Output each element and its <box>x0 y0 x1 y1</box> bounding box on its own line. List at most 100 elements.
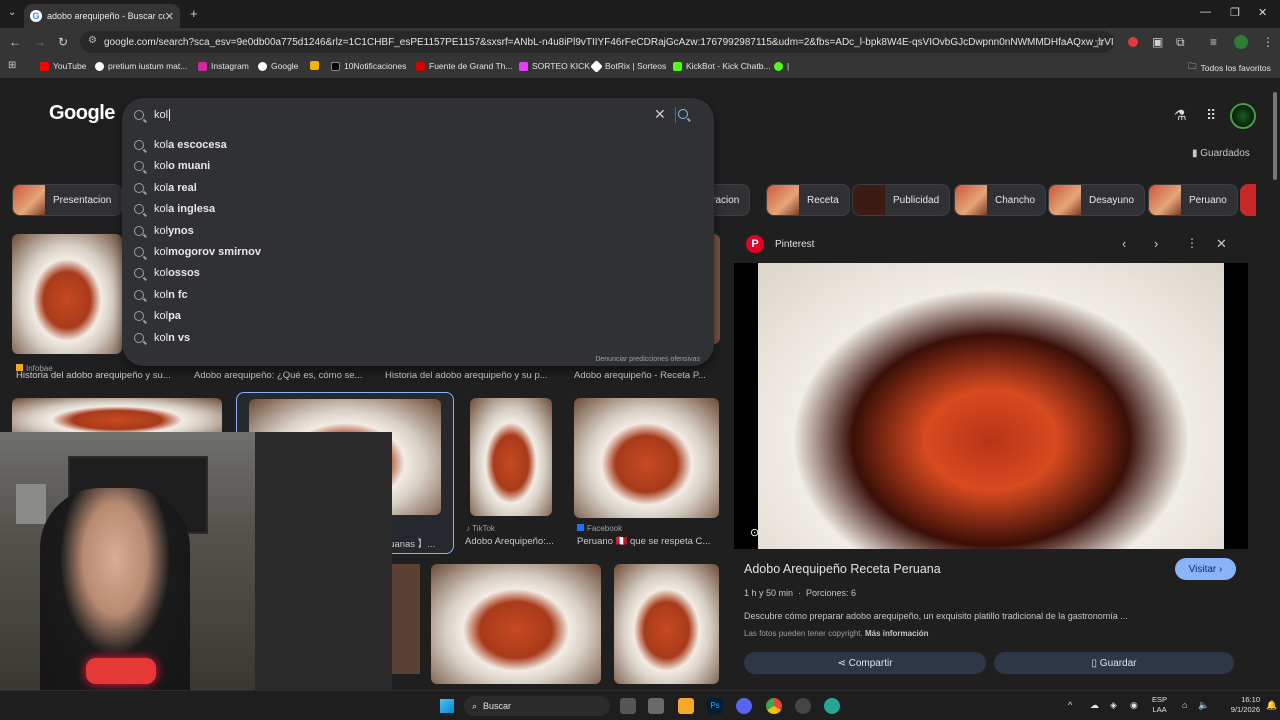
bookmark-botrix[interactable]: BotRix | Sorteos <box>590 59 666 73</box>
save-button[interactable]: ▯ Guardar <box>994 652 1234 674</box>
suggestion-item[interactable]: kola escocesa <box>122 134 714 156</box>
restore-icon[interactable]: ❐ <box>1230 6 1240 19</box>
browser-menu-icon[interactable]: ⋮ <box>1262 35 1274 49</box>
result-caption[interactable]: Adobo Arequipeño:... <box>465 536 560 547</box>
forward-icon[interactable]: → <box>34 35 46 49</box>
chip-peruano[interactable]: Peruano <box>1148 184 1238 216</box>
bookmark-fuente-gta[interactable]: Fuente de Grand Th... <box>416 61 512 71</box>
app-icon[interactable] <box>648 698 664 714</box>
extension-icon[interactable]: ▣ <box>1152 35 1163 49</box>
bookmark-instagram[interactable]: Instagram <box>198 61 249 71</box>
network-icon[interactable]: ⌂ <box>1182 700 1187 710</box>
obs-icon[interactable] <box>795 698 811 714</box>
tray-app-icon[interactable]: ◈ <box>1110 700 1117 711</box>
labs-flask-icon[interactable]: ⚗ <box>1174 107 1187 124</box>
chip-presentacion[interactable]: Presentacion <box>12 184 123 216</box>
visit-button[interactable]: Visitar › <box>1175 558 1236 580</box>
back-icon[interactable]: ← <box>9 35 21 49</box>
result-image[interactable] <box>574 398 719 518</box>
file-explorer-icon[interactable] <box>678 698 694 714</box>
tab-close-icon[interactable]: ✕ <box>165 10 174 23</box>
clock[interactable]: 16:10 9/1/2026 <box>1216 695 1260 715</box>
all-favorites[interactable]: 🗀 Todos los favoritos <box>1188 61 1271 75</box>
close-preview-icon[interactable]: ✕ <box>1216 236 1227 252</box>
reading-list-icon[interactable]: ≡ <box>1210 35 1217 49</box>
result-image[interactable] <box>614 564 719 684</box>
bookmark-sorteo-kick[interactable]: SORTEO KICK <box>519 61 590 71</box>
suggestion-item[interactable]: kolossos <box>122 262 714 284</box>
address-bar[interactable]: ⚙ google.com/search?sca_esv=9e0db00a775d… <box>80 31 1114 53</box>
result-image[interactable] <box>12 234 122 354</box>
notifications-icon[interactable]: 🔔 <box>1266 700 1277 711</box>
google-logo[interactable]: Google <box>49 102 115 125</box>
volume-icon[interactable]: 🔈 <box>1198 700 1209 711</box>
result-image[interactable] <box>470 398 552 516</box>
bookmark-kickbot[interactable]: KickBot - Kick Chatb... <box>673 61 771 71</box>
discord-icon[interactable] <box>736 698 752 714</box>
next-icon[interactable]: › <box>1154 236 1158 251</box>
chip-overflow[interactable] <box>1240 184 1256 216</box>
tray-app-icon[interactable]: ◉ <box>1130 700 1138 711</box>
suggestion-item[interactable]: koln vs <box>122 327 714 349</box>
result-caption[interactable]: Adobo arequipeño - Receta P... <box>574 370 719 381</box>
bookmark-10notificaciones[interactable]: 10Notificaciones <box>331 61 406 71</box>
bookmark-youtube[interactable]: YouTube <box>40 61 86 71</box>
minimize-icon[interactable]: — <box>1200 6 1211 18</box>
extensions-puzzle-icon[interactable]: ⧉ <box>1176 35 1185 50</box>
more-info-link[interactable]: Más información <box>865 629 929 638</box>
result-caption[interactable]: Adobo arequipeño: ¿Qué es, cómo se... <box>194 370 374 381</box>
clear-search-icon[interactable]: ✕ <box>654 106 666 123</box>
suggestion-item[interactable]: kola inglesa <box>122 198 714 220</box>
reload-icon[interactable]: ↻ <box>58 35 68 49</box>
new-tab-icon[interactable]: + <box>190 6 198 21</box>
windows-start-icon[interactable] <box>440 699 454 713</box>
chip-chancho[interactable]: Chancho <box>954 184 1047 216</box>
profile-avatar[interactable] <box>1234 35 1248 49</box>
chip-receta[interactable]: Receta <box>766 184 850 216</box>
result-image[interactable] <box>392 564 420 674</box>
account-avatar[interactable] <box>1230 103 1256 129</box>
search-submit-icon[interactable] <box>678 109 688 119</box>
share-button[interactable]: ⋖ Compartir <box>744 652 986 674</box>
page-scrollbar[interactable] <box>1273 92 1277 180</box>
suggestion-item[interactable]: kola real <box>122 177 714 199</box>
result-caption[interactable]: Historia del adobo arequipeño y su... <box>16 370 186 381</box>
browser-tab[interactable]: G adobo arequipeño - Buscar con ✕ <box>24 4 180 28</box>
suggestion-item[interactable]: kolmogorov smirnov <box>122 241 714 263</box>
result-image[interactable] <box>431 564 601 684</box>
saved-link[interactable]: ▮ Guardados <box>1192 148 1250 159</box>
tab-search-chevron-icon[interactable]: ⌄ <box>8 7 16 18</box>
result-caption[interactable]: ruanas 】... <box>386 536 446 550</box>
taskbar-search[interactable]: ⌕ Buscar <box>464 696 610 716</box>
app-icon[interactable] <box>824 698 840 714</box>
site-info-icon[interactable]: ⚙ <box>88 35 97 46</box>
language-indicator[interactable]: ESP LAA <box>1152 695 1167 715</box>
bookmark-star-icon[interactable]: ☆ <box>1094 35 1105 49</box>
preview-source[interactable]: Pinterest <box>775 239 814 250</box>
chrome-icon[interactable] <box>766 698 782 714</box>
lens-icon[interactable]: ⊙ <box>750 526 759 539</box>
suggestion-item[interactable]: koln fc <box>122 284 714 306</box>
suggestion-item[interactable]: kolpa <box>122 305 714 327</box>
tray-app-icon[interactable]: ☁ <box>1090 700 1099 711</box>
result-caption[interactable]: Peruano 🇵🇪 que se respeta C... <box>577 536 719 547</box>
photoshop-icon[interactable]: Ps <box>707 698 723 714</box>
extension-icon[interactable] <box>1128 37 1138 47</box>
suggestion-item[interactable]: kolo muani <box>122 155 714 177</box>
bookmark-pinwheel[interactable] <box>310 61 323 70</box>
bookmark-google[interactable]: Google <box>258 61 298 71</box>
google-apps-icon[interactable]: ⠿ <box>1206 107 1216 124</box>
preview-image[interactable] <box>758 263 1224 549</box>
chip-publicidad[interactable]: Publicidad <box>852 184 951 216</box>
apps-grid-icon[interactable]: ⊞ <box>8 60 16 71</box>
result-caption[interactable]: Historia del adobo arequipeño y su p... <box>385 370 565 381</box>
chip-desayuno[interactable]: Desayuno <box>1048 184 1146 216</box>
search-input[interactable]: kol <box>154 109 168 121</box>
suggestion-item[interactable]: kolynos <box>122 220 714 242</box>
task-view-icon[interactable] <box>620 698 636 714</box>
preview-title[interactable]: Adobo Arequipeño Receta Peruana <box>744 562 941 576</box>
search-input-row[interactable]: kol ✕ <box>122 104 714 126</box>
bookmark-pretium[interactable]: pretium iustum mat... <box>95 61 187 71</box>
close-window-icon[interactable]: ✕ <box>1258 6 1267 19</box>
more-options-icon[interactable]: ⋮ <box>1186 236 1198 250</box>
